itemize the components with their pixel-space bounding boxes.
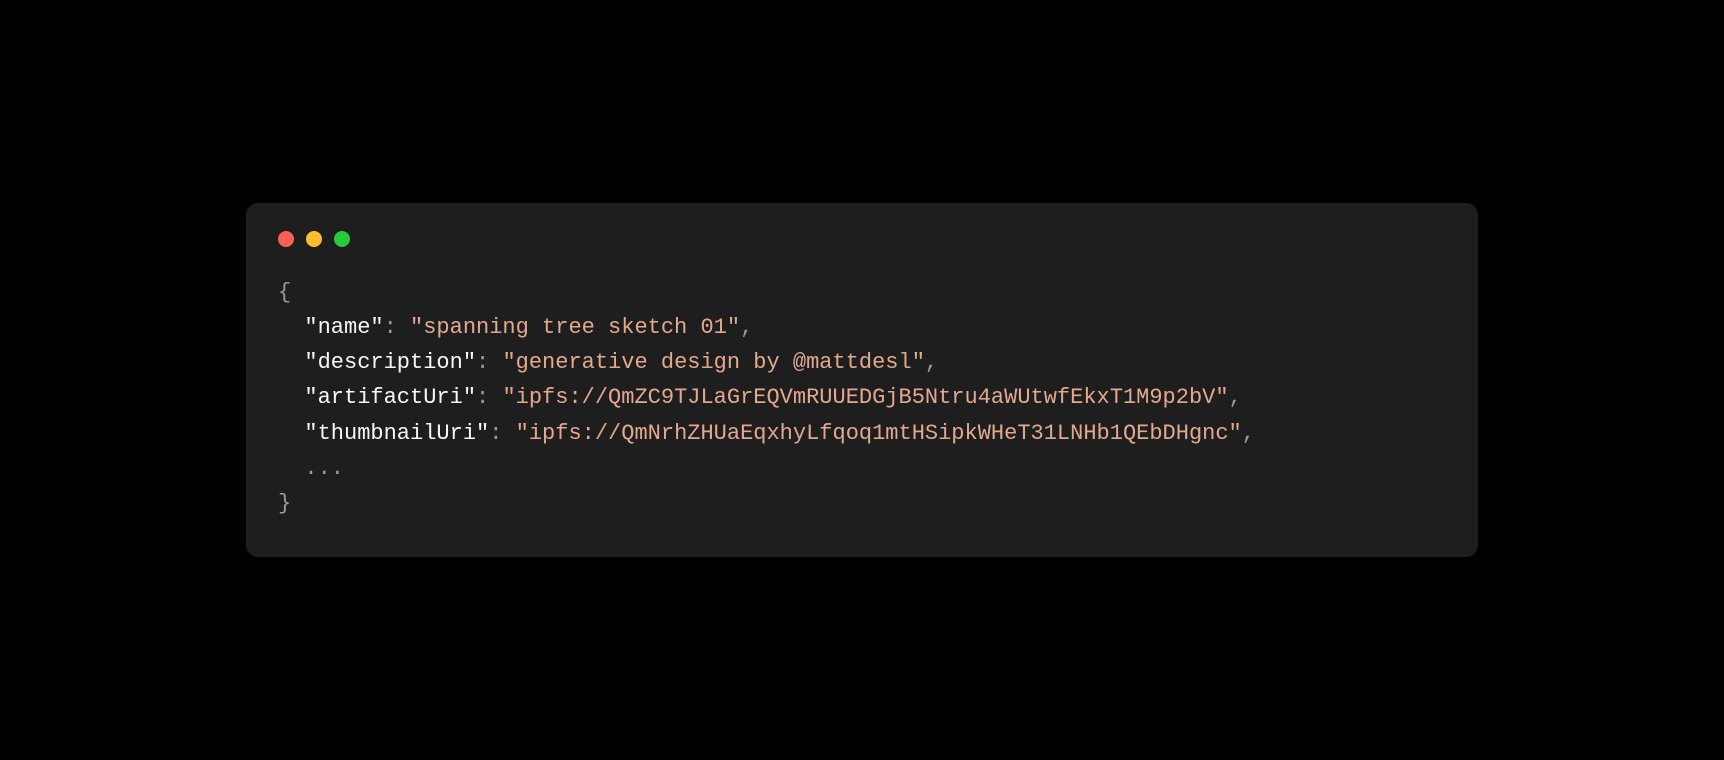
code-line-entry-0: "name": "spanning tree sketch 01", <box>278 310 1446 345</box>
ellipsis: ... <box>304 456 344 481</box>
json-value: "ipfs://QmNrhZHUaEqxhyLfqoq1mtHSipkWHeT3… <box>516 421 1242 446</box>
json-key: "name" <box>304 315 383 340</box>
colon: : <box>476 385 489 410</box>
code-window: {"name": "spanning tree sketch 01","desc… <box>246 203 1478 557</box>
traffic-lights <box>278 231 1446 247</box>
traffic-light-minimize-icon[interactable] <box>306 231 322 247</box>
code-line-close: } <box>278 486 1446 521</box>
json-value: "ipfs://QmZC9TJLaGrEQVmRUUEDGjB5Ntru4aWU… <box>502 385 1228 410</box>
code-line-entry-2: "artifactUri": "ipfs://QmZC9TJLaGrEQVmRU… <box>278 380 1446 415</box>
comma: , <box>1242 421 1255 446</box>
code-line-entry-1: "description": "generative design by @ma… <box>278 345 1446 380</box>
space <box>489 385 502 410</box>
space <box>397 315 410 340</box>
json-value: "spanning tree sketch 01" <box>410 315 740 340</box>
space <box>489 350 502 375</box>
code-line-entry-3: "thumbnailUri": "ipfs://QmNrhZHUaEqxhyLf… <box>278 416 1446 451</box>
traffic-light-close-icon[interactable] <box>278 231 294 247</box>
json-key: "description" <box>304 350 476 375</box>
comma: , <box>925 350 938 375</box>
json-value: "generative design by @mattdesl" <box>502 350 924 375</box>
code-line-ellipsis: ... <box>278 451 1446 486</box>
json-key: "artifactUri" <box>304 385 476 410</box>
colon: : <box>384 315 397 340</box>
colon: : <box>476 350 489 375</box>
code-block: {"name": "spanning tree sketch 01","desc… <box>278 275 1446 521</box>
code-line-open: { <box>278 275 1446 310</box>
json-key: "thumbnailUri" <box>304 421 489 446</box>
comma: , <box>1229 385 1242 410</box>
brace-open: { <box>278 280 291 305</box>
traffic-light-zoom-icon[interactable] <box>334 231 350 247</box>
brace-close: } <box>278 491 291 516</box>
comma: , <box>740 315 753 340</box>
space <box>502 421 515 446</box>
colon: : <box>489 421 502 446</box>
